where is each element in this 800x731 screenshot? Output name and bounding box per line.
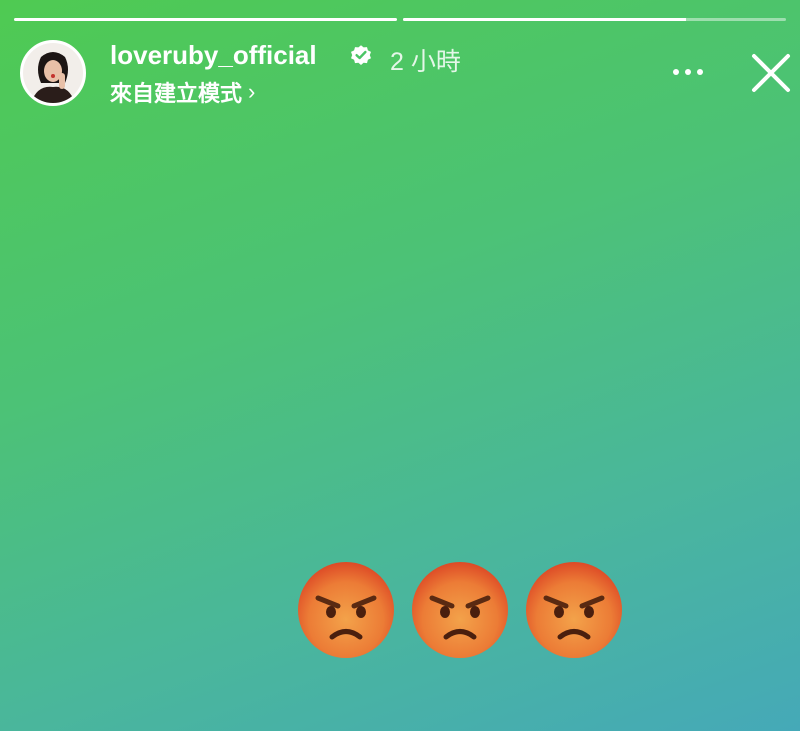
angry-face-emoji-1: [298, 562, 394, 658]
emoji-sticker-group: [296, 560, 624, 660]
create-mode-link[interactable]: 來自建立模式 ›: [110, 76, 255, 108]
story-progress-bar: [14, 18, 786, 21]
angry-face-emoji-2: [412, 562, 508, 658]
username[interactable]: loveruby_official: [110, 40, 317, 71]
progress-segment-1: [14, 18, 397, 21]
post-time: 2 小時: [390, 48, 461, 76]
create-mode-label: 來自建立模式: [110, 81, 243, 106]
progress-segment-2: [403, 18, 786, 21]
verified-badge-icon: [351, 45, 371, 65]
avatar[interactable]: [20, 40, 86, 106]
more-options-icon[interactable]: [668, 62, 708, 82]
angry-face-emoji-3: [526, 562, 622, 658]
chevron-right-icon: ›: [248, 79, 256, 104]
close-icon[interactable]: [748, 50, 794, 96]
